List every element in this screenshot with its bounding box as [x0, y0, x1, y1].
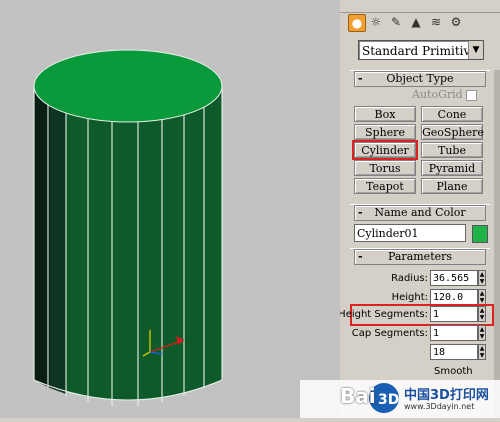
sides-input[interactable]: 18: [430, 344, 478, 360]
helper-icon[interactable]: ▲: [408, 14, 424, 30]
cylinder-button[interactable]: Cylinder: [352, 140, 418, 160]
height-segments-label: Height Segments:: [340, 309, 428, 320]
chevron-down-icon[interactable]: ▼: [468, 41, 483, 59]
watermark: 3D Bai 中国3D打印网 www.3Ddayin.net: [300, 376, 500, 418]
torus-button[interactable]: Torus: [354, 160, 416, 176]
cone-button[interactable]: Cone: [421, 106, 483, 122]
pyramid-button[interactable]: Pyramid: [421, 160, 483, 176]
object-category-dropdown[interactable]: Standard Primitiv ▼: [358, 40, 484, 60]
command-panel: ● ☼ ✎ ▲ ≋ ⚙ Standard Primitiv ▼ - Object…: [340, 0, 500, 418]
height-segments-row: Height Segments: 1 ▲ ▼: [340, 306, 500, 324]
object-type-header[interactable]: - Object Type: [354, 71, 486, 87]
panel-tabs: [340, 0, 500, 13]
teapot-button[interactable]: Teapot: [354, 178, 416, 194]
collapse-icon: -: [358, 250, 363, 263]
height-segments-spinner[interactable]: ▲ ▼: [478, 306, 486, 322]
collapse-icon: -: [358, 206, 363, 219]
systems-icon[interactable]: ⚙: [448, 14, 464, 30]
parameters-rollout: - Parameters: [350, 248, 490, 265]
parameters-header[interactable]: - Parameters: [354, 249, 486, 265]
svg-text:3D: 3D: [378, 392, 399, 408]
sphere-button[interactable]: Sphere: [354, 124, 416, 140]
sides-spinner[interactable]: ▲ ▼: [478, 344, 486, 360]
cap-segments-label: Cap Segments:: [351, 328, 428, 339]
site-url: www.3Ddayin.net: [404, 402, 475, 411]
tube-button[interactable]: Tube: [421, 142, 483, 158]
cap-segments-row: Cap Segments: 1 ▲ ▼: [340, 325, 500, 343]
radius-label: Radius:: [391, 273, 428, 284]
radius-spinner[interactable]: ▲ ▼: [478, 270, 486, 286]
panel-scrollbar[interactable]: [494, 70, 500, 418]
collapse-icon: -: [358, 72, 363, 85]
name-color-rollout: - Name and Color: [350, 204, 490, 221]
dropdown-value: Standard Primitiv: [362, 44, 471, 58]
name-color-header[interactable]: - Name and Color: [354, 205, 486, 221]
object-name-input[interactable]: Cylinder01: [354, 224, 466, 242]
perspective-viewport[interactable]: [0, 0, 342, 418]
cap-segments-input[interactable]: 1: [430, 325, 478, 341]
cylinder-render: [33, 49, 223, 406]
object-type-rollout: - Object Type: [350, 70, 490, 87]
baidu-logo-text: Bai: [340, 384, 376, 408]
height-segments-input[interactable]: 1: [430, 306, 478, 322]
cap-segments-spinner[interactable]: ▲ ▼: [478, 325, 486, 341]
plane-button[interactable]: Plane: [421, 178, 483, 194]
height-spinner[interactable]: ▲ ▼: [478, 289, 486, 305]
cylinder-top: [33, 49, 223, 123]
sphere-icon[interactable]: ●: [348, 14, 366, 32]
spacewarp-icon[interactable]: ≋: [428, 14, 444, 30]
sides-row: 18 ▲ ▼: [340, 344, 500, 362]
color-swatch[interactable]: [472, 225, 488, 243]
geosphere-button[interactable]: GeoSphere: [421, 124, 484, 140]
create-category-icons: ● ☼ ✎ ▲ ≋ ⚙: [346, 14, 496, 36]
checkbox-icon: [465, 89, 477, 101]
box-button[interactable]: Box: [354, 106, 416, 122]
light-icon[interactable]: ☼: [368, 14, 384, 30]
height-input[interactable]: 120.0: [430, 289, 478, 305]
radius-row: Radius: 36.565 ▲ ▼: [340, 270, 500, 288]
camera-icon[interactable]: ✎: [388, 14, 404, 30]
autogrid-checkbox[interactable]: AutoGrid: [412, 88, 477, 101]
radius-input[interactable]: 36.565: [430, 270, 478, 286]
site-name: 中国3D打印网: [404, 388, 489, 403]
